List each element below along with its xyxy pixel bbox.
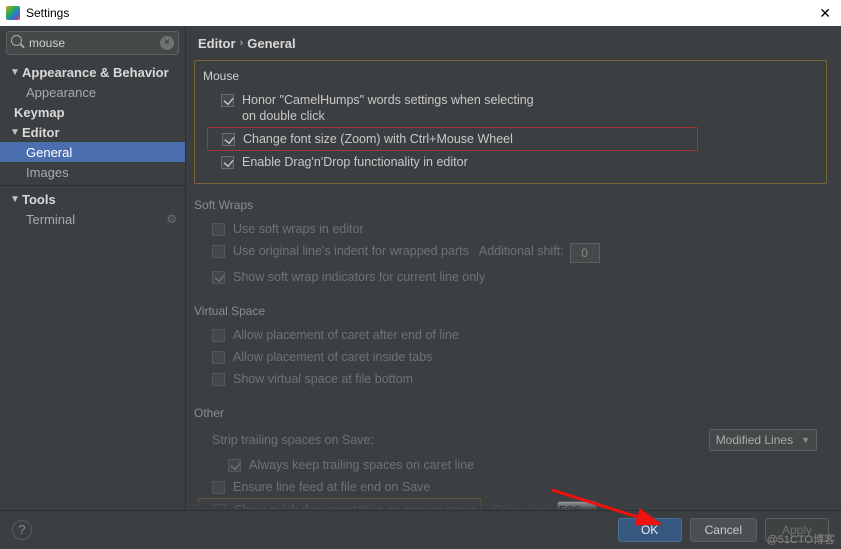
ok-button[interactable]: OK <box>618 518 682 542</box>
search-input[interactable] <box>6 31 179 55</box>
section-mouse: Mouse Honor "CamelHumps" words settings … <box>194 60 827 184</box>
content-area: Mouse Honor "CamelHumps" words settings … <box>186 60 841 510</box>
sidebar: × ▼Appearance & Behavior Appearance Keym… <box>0 26 186 510</box>
opt-honor-camelhumps[interactable]: Honor "CamelHumps" words settings when s… <box>203 89 818 127</box>
opt-caret-in-tabs[interactable]: Allow placement of caret inside tabs <box>194 346 827 368</box>
dialog-footer: ? OK Cancel Apply <box>0 510 841 549</box>
checkbox[interactable] <box>228 459 241 472</box>
checkbox[interactable] <box>212 329 225 342</box>
checkbox[interactable] <box>212 373 225 386</box>
tree-editor[interactable]: ▼Editor <box>0 122 185 142</box>
main-panel: Editor › General Mouse Honor "CamelHumps… <box>186 26 841 510</box>
clear-search-icon[interactable]: × <box>160 36 174 50</box>
tree-keymap[interactable]: Keymap <box>0 102 185 122</box>
checkbox[interactable] <box>212 351 225 364</box>
section-softwraps-title: Soft Wraps <box>194 194 827 218</box>
checkbox[interactable] <box>212 223 225 236</box>
tree-separator <box>0 185 185 186</box>
window-title: Settings <box>26 6 69 20</box>
additional-shift-input <box>570 243 600 263</box>
titlebar: Settings ✕ <box>0 0 841 26</box>
checkbox[interactable] <box>222 133 235 146</box>
opt-caret-after-eol[interactable]: Allow placement of caret after end of li… <box>194 324 827 346</box>
help-button[interactable]: ? <box>12 520 32 540</box>
chevron-down-icon: ▼ <box>801 435 810 445</box>
section-other-title: Other <box>194 402 827 426</box>
gear-icon: ⚙ <box>166 212 177 226</box>
checkbox <box>212 271 225 284</box>
search-icon <box>11 35 25 49</box>
app-icon <box>6 6 20 20</box>
settings-tree: ▼Appearance & Behavior Appearance Keymap… <box>0 60 185 229</box>
tree-images[interactable]: Images <box>0 162 185 182</box>
breadcrumb: Editor › General <box>186 26 841 60</box>
section-mouse-title: Mouse <box>203 65 818 89</box>
strip-trailing-combo[interactable]: Modified Lines▼ <box>709 429 817 451</box>
section-virtual-title: Virtual Space <box>194 300 827 324</box>
breadcrumb-general: General <box>247 36 295 51</box>
checkbox <box>212 245 225 258</box>
section-virtual: Virtual Space Allow placement of caret a… <box>194 300 827 390</box>
opt-keep-trailing-caret[interactable]: Always keep trailing spaces on caret lin… <box>194 454 827 476</box>
opt-wrap-indicators: Show soft wrap indicators for current li… <box>194 266 827 288</box>
opt-strip-trailing: Strip trailing spaces on Save: Modified … <box>194 426 827 454</box>
breadcrumb-editor[interactable]: Editor <box>198 36 236 51</box>
opt-orig-indent: Use original line's indent for wrapped p… <box>194 240 827 266</box>
opt-use-softwraps[interactable]: Use soft wraps in editor <box>194 218 827 240</box>
tree-appearance[interactable]: Appearance <box>0 82 185 102</box>
tree-tools[interactable]: ▼Tools <box>0 189 185 209</box>
section-softwraps: Soft Wraps Use soft wraps in editor Use … <box>194 194 827 288</box>
opt-drag-n-drop[interactable]: Enable Drag'n'Drop functionality in edit… <box>203 151 818 173</box>
tree-terminal[interactable]: Terminal⚙ <box>0 209 185 229</box>
chevron-right-icon: › <box>240 37 244 49</box>
search-box: × <box>6 31 179 55</box>
checkbox[interactable] <box>221 156 234 169</box>
checkbox[interactable] <box>221 94 234 107</box>
tree-general[interactable]: General <box>0 142 185 162</box>
watermark: @51CTO博客 <box>767 531 835 547</box>
opt-zoom-ctrl-wheel[interactable]: Change font size (Zoom) with Ctrl+Mouse … <box>207 127 698 151</box>
additional-shift-label: Additional shift: <box>479 243 564 259</box>
cancel-button[interactable]: Cancel <box>690 518 757 542</box>
opt-virtual-bottom[interactable]: Show virtual space at file bottom <box>194 368 827 390</box>
tree-appearance-behavior[interactable]: ▼Appearance & Behavior <box>0 62 185 82</box>
close-icon[interactable]: ✕ <box>815 5 835 22</box>
